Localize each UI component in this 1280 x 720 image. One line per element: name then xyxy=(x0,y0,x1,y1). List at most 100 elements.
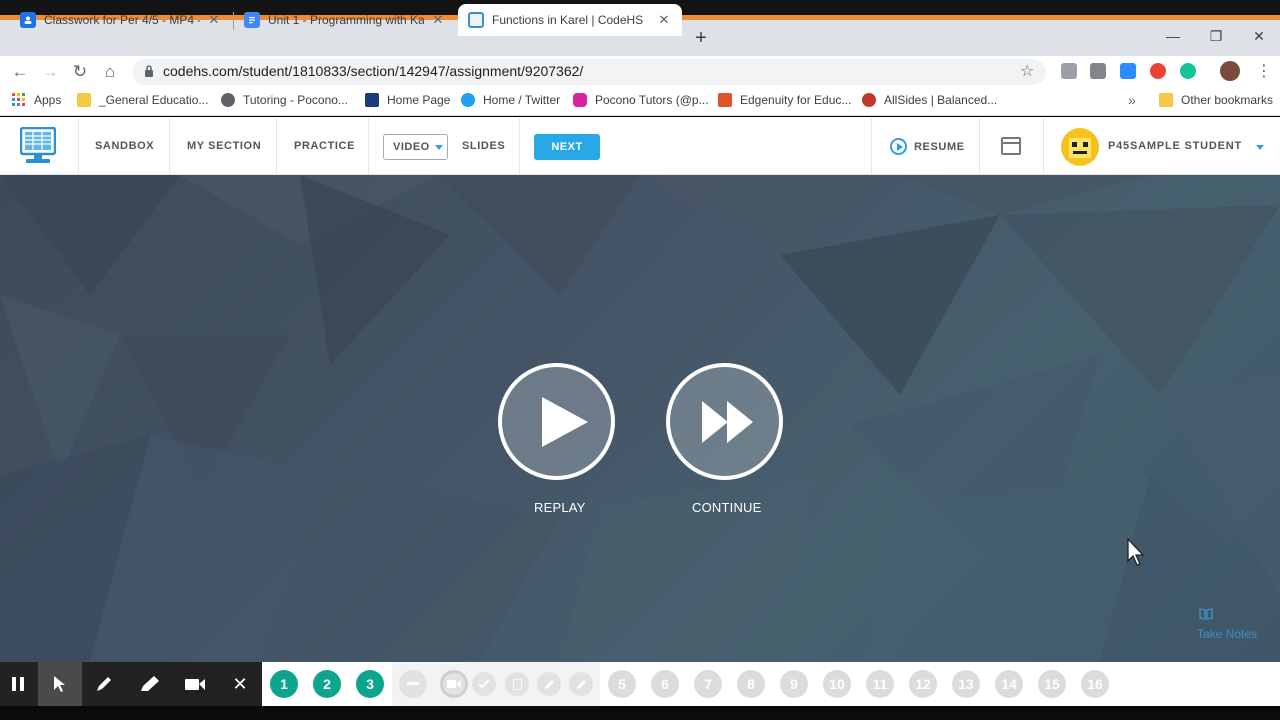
nav-practice[interactable]: PRACTICE xyxy=(294,140,355,152)
tab-close-icon[interactable]: ✕ xyxy=(656,12,672,28)
caret-down-icon[interactable] xyxy=(1256,145,1264,150)
tab-close-icon[interactable]: ✕ xyxy=(206,12,222,28)
extension-icon[interactable] xyxy=(1061,63,1077,79)
profile-avatar[interactable] xyxy=(1220,61,1240,81)
nav-sandbox[interactable]: SANDBOX xyxy=(95,140,154,152)
bookmark-general-education[interactable]: _General Educatio... xyxy=(77,93,208,107)
continue-button[interactable] xyxy=(666,363,783,480)
fast-forward-icon xyxy=(702,401,753,443)
polygon-background xyxy=(0,175,1280,662)
resume-label: RESUME xyxy=(914,140,965,153)
step-11[interactable]: 11 xyxy=(866,670,894,698)
header-divider xyxy=(276,117,277,175)
bookmark-home-page[interactable]: Home Page xyxy=(365,93,450,107)
home-button[interactable]: ⌂ xyxy=(98,60,122,84)
pointer-icon[interactable] xyxy=(46,670,74,698)
twitter-icon xyxy=(461,93,475,107)
bookmark-star-icon[interactable]: ☆ xyxy=(1020,61,1034,81)
new-tab-button[interactable]: + xyxy=(691,26,711,50)
extension-icon[interactable] xyxy=(1150,63,1166,79)
url-text[interactable]: codehs.com/student/1810833/section/14294… xyxy=(163,63,583,79)
document-icon[interactable] xyxy=(505,672,529,696)
minus-icon[interactable] xyxy=(399,670,427,698)
bookmark-edgenuity[interactable]: Edgenuity for Educ... xyxy=(718,93,851,107)
extension-icon[interactable] xyxy=(1090,63,1106,79)
student-name[interactable]: P45SAMPLE STUDENT xyxy=(1108,140,1242,152)
tab-title: Unit 1 - Programming with Karel xyxy=(268,13,424,27)
replay-label[interactable]: REPLAY xyxy=(534,500,586,515)
header-divider xyxy=(871,117,872,175)
forward-button[interactable]: → xyxy=(38,60,62,84)
codehs-favicon-icon xyxy=(468,12,484,28)
more-bookmarks-chevron-icon[interactable]: » xyxy=(1128,92,1136,108)
resume-button[interactable]: RESUME xyxy=(890,138,965,155)
video-dropdown[interactable]: VIDEO xyxy=(383,134,448,160)
caret-down-icon xyxy=(434,144,443,150)
tab-title: Classwork for Per 4/5 - MP4 - Co xyxy=(44,13,200,27)
other-bookmarks[interactable]: Other bookmarks xyxy=(1159,93,1273,107)
window-layout-icon[interactable] xyxy=(1001,137,1021,155)
step-14[interactable]: 14 xyxy=(995,670,1023,698)
bookmark-label: Other bookmarks xyxy=(1181,93,1274,107)
pencil-icon[interactable] xyxy=(537,672,561,696)
bookmark-twitter[interactable]: Home / Twitter xyxy=(461,93,560,107)
nav-slides[interactable]: SLIDES xyxy=(462,140,505,152)
step-15[interactable]: 15 xyxy=(1038,670,1066,698)
pencil-icon[interactable] xyxy=(569,672,593,696)
header-divider xyxy=(519,117,520,175)
bookmark-tutoring[interactable]: Tutoring - Pocono... xyxy=(221,93,348,107)
book-icon[interactable] xyxy=(1199,608,1213,620)
header-divider xyxy=(78,117,79,175)
grammarly-icon[interactable] xyxy=(1180,63,1196,79)
tab-classwork[interactable]: Classwork for Per 4/5 - MP4 - Co ✕ xyxy=(10,4,232,36)
video-dropdown-label: VIDEO xyxy=(393,141,430,153)
header-divider xyxy=(1043,117,1044,175)
pause-icon[interactable] xyxy=(4,670,32,698)
bookmark-apps[interactable]: Apps xyxy=(12,93,61,107)
step-12[interactable]: 12 xyxy=(909,670,937,698)
video-stage xyxy=(0,175,1280,662)
bookmark-label: Tutoring - Pocono... xyxy=(243,93,348,107)
step-10[interactable]: 10 xyxy=(823,670,851,698)
header-divider xyxy=(979,117,980,175)
bookmark-pocono-tutors[interactable]: Pocono Tutors (@p... xyxy=(573,93,709,107)
zoom-extension-icon[interactable] xyxy=(1120,63,1136,79)
check-icon[interactable] xyxy=(472,672,496,696)
lock-icon[interactable] xyxy=(144,64,154,78)
next-button[interactable]: NEXT xyxy=(534,134,600,160)
step-9[interactable]: 9 xyxy=(780,670,808,698)
step-1[interactable]: 1 xyxy=(270,670,298,698)
browser-menu-icon[interactable]: ⋮ xyxy=(1256,61,1272,81)
close-icon[interactable]: ✕ xyxy=(226,670,254,698)
codehs-logo-icon[interactable] xyxy=(20,127,56,165)
camera-icon[interactable] xyxy=(181,670,209,698)
take-notes-link[interactable]: Take Notes xyxy=(1197,627,1257,641)
pixel-face-icon xyxy=(1069,138,1091,158)
video-icon[interactable] xyxy=(440,670,468,698)
restore-button[interactable]: ❐ xyxy=(1201,24,1231,48)
reload-button[interactable]: ↻ xyxy=(68,60,92,84)
globe-icon xyxy=(221,93,235,107)
step-5[interactable]: 5 xyxy=(608,670,636,698)
tab-unit1[interactable]: Unit 1 - Programming with Karel ✕ xyxy=(234,4,456,36)
tab-close-icon[interactable]: ✕ xyxy=(430,12,446,28)
bookmark-allsides[interactable]: AllSides | Balanced... xyxy=(862,93,997,107)
step-7[interactable]: 7 xyxy=(694,670,722,698)
step-6[interactable]: 6 xyxy=(651,670,679,698)
nav-my-section[interactable]: MY SECTION xyxy=(187,140,261,152)
step-3[interactable]: 3 xyxy=(356,670,384,698)
step-16[interactable]: 16 xyxy=(1081,670,1109,698)
back-button[interactable]: ← xyxy=(8,60,32,84)
minimize-button[interactable]: — xyxy=(1158,24,1188,48)
pen-icon[interactable] xyxy=(90,670,118,698)
highlighter-icon[interactable] xyxy=(136,670,164,698)
step-2[interactable]: 2 xyxy=(313,670,341,698)
replay-button[interactable] xyxy=(498,363,615,480)
step-13[interactable]: 13 xyxy=(952,670,980,698)
student-avatar[interactable] xyxy=(1061,128,1099,166)
bookmark-label: Apps xyxy=(34,93,62,107)
step-8[interactable]: 8 xyxy=(737,670,765,698)
close-window-button[interactable]: ✕ xyxy=(1244,24,1274,48)
continue-label[interactable]: CONTINUE xyxy=(692,500,762,515)
tab-functions-in-karel[interactable]: Functions in Karel | CodeHS ✕ xyxy=(458,4,682,36)
